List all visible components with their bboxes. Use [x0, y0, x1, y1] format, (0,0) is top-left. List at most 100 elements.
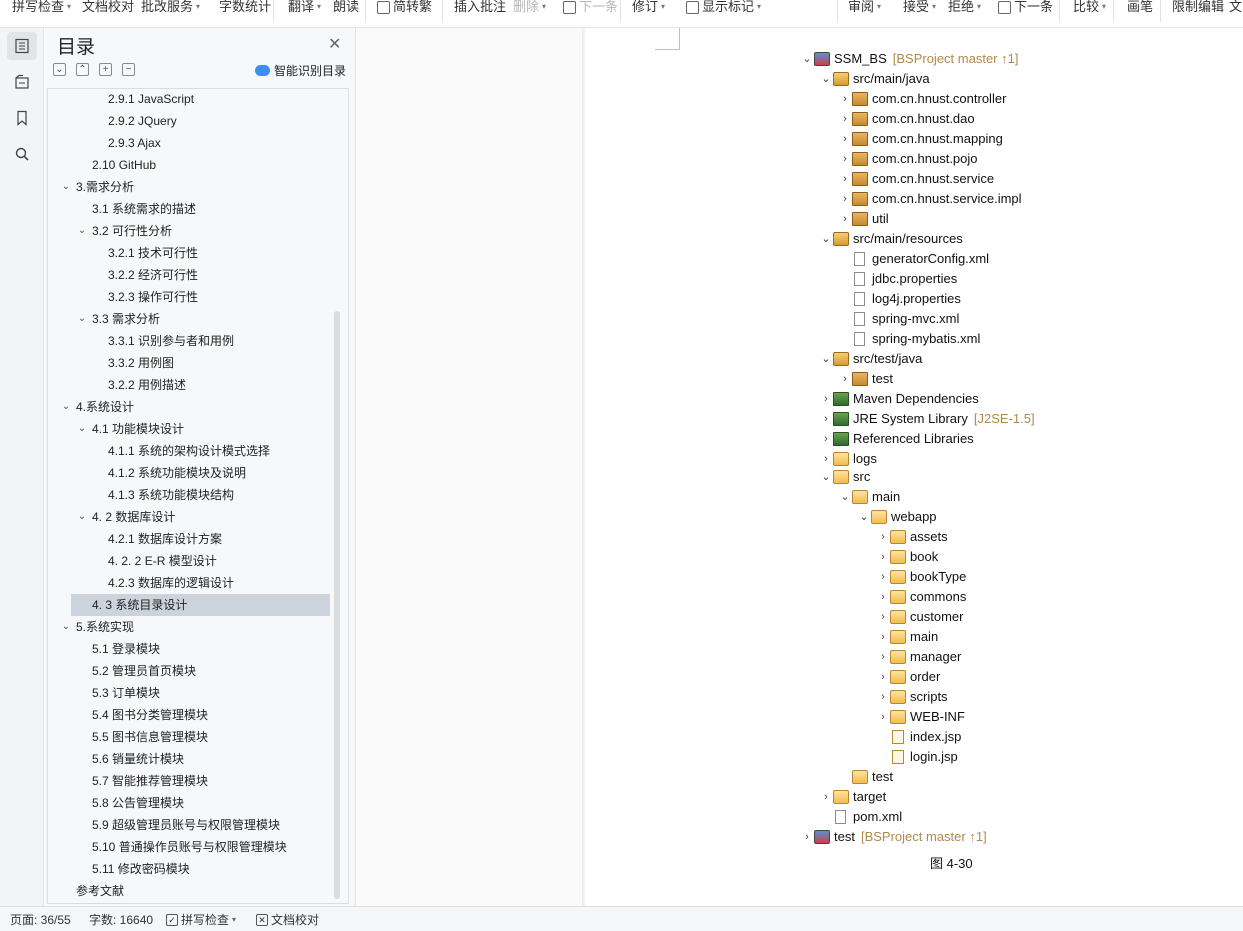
toc-item[interactable]: 5.7 智能推荐管理模块 — [48, 770, 330, 792]
toc-item[interactable]: 5.2 管理员首页模块 — [48, 660, 330, 682]
tree-row[interactable]: › main — [876, 627, 938, 647]
tree-row[interactable]: index.jsp — [876, 727, 961, 747]
toc-item[interactable]: 4.1.3 系统功能模块结构 — [48, 484, 330, 506]
nav-icon[interactable] — [7, 68, 37, 96]
smart-toc-button[interactable]: 智能识别目录 — [255, 62, 346, 79]
toc-item[interactable]: 3.2.1 技术可行性 — [48, 242, 330, 264]
toc-item[interactable]: ⌄ 5.系统实现 — [48, 616, 330, 638]
chevron-down-icon[interactable]: ⌄ — [857, 507, 871, 527]
tree-row[interactable]: › commons — [876, 587, 966, 607]
toc-item[interactable]: 2.9.2 JQuery — [48, 110, 330, 132]
toc-item[interactable]: ⌄ 3.3 需求分析 — [48, 308, 330, 330]
toolbar-item[interactable]: 限制编辑 — [1172, 0, 1224, 18]
toolbar-item[interactable]: 文档校对 — [82, 0, 134, 18]
tree-row[interactable]: › target — [819, 787, 886, 807]
chevron-right-icon[interactable]: › — [876, 647, 890, 667]
chevron-right-icon[interactable]: › — [876, 687, 890, 707]
toc-item[interactable]: 4.1.1 系统的架构设计模式选择 — [48, 440, 330, 462]
toc-item[interactable]: 4.1.2 系统功能模块及说明 — [48, 462, 330, 484]
expand-all-icon[interactable]: ⌃ — [76, 63, 89, 76]
toolbar-item[interactable]: 接受 ▾ — [903, 0, 936, 18]
tree-row[interactable]: login.jsp — [876, 747, 958, 767]
toc-item[interactable]: ⌄ 4. 2 数据库设计 — [48, 506, 330, 528]
toc-item[interactable]: 5.6 销量统计模块 — [48, 748, 330, 770]
tree-row[interactable]: ⌄ webapp — [857, 507, 937, 527]
chevron-right-icon[interactable]: › — [819, 787, 833, 807]
chevron-down-icon[interactable]: ⌄ — [819, 69, 833, 89]
tree-row[interactable]: › test — [838, 369, 893, 389]
chevron-right-icon[interactable]: › — [876, 707, 890, 727]
tree-row[interactable]: test — [838, 767, 893, 787]
tree-row[interactable]: › com.cn.hnust.controller — [838, 89, 1006, 109]
chevron-right-icon[interactable]: › — [838, 109, 852, 129]
chevron-right-icon[interactable]: › — [838, 169, 852, 189]
tree-row[interactable]: › manager — [876, 647, 961, 667]
tree-row[interactable]: › WEB-INF — [876, 707, 965, 727]
toc-item[interactable]: 3.2.2 经济可行性 — [48, 264, 330, 286]
chevron-right-icon[interactable]: › — [838, 209, 852, 229]
chevron-down-icon[interactable]: ⌄ — [76, 308, 88, 330]
tree-row[interactable]: spring-mvc.xml — [838, 309, 959, 329]
tree-row[interactable]: › book — [876, 547, 938, 567]
toc-item[interactable]: 2.9.1 JavaScript — [48, 89, 330, 110]
chevron-right-icon[interactable]: › — [838, 189, 852, 209]
tree-row[interactable]: › com.cn.hnust.mapping — [838, 129, 1003, 149]
chevron-right-icon[interactable]: › — [876, 547, 890, 567]
proofread-toggle[interactable]: ✕ 文档校对 — [256, 911, 319, 928]
tree-row[interactable]: › Maven Dependencies — [819, 389, 979, 409]
toc-item[interactable]: 5.10 普通操作员账号与权限管理模块 — [48, 836, 330, 858]
toolbar-item[interactable]: 简转繁 — [377, 0, 432, 18]
toolbar-item[interactable]: 字数统计 — [219, 0, 271, 18]
toc-item[interactable]: 3.3.1 识别参与者和用例 — [48, 330, 330, 352]
toc-item[interactable]: 5.1 登录模块 — [48, 638, 330, 660]
chevron-down-icon[interactable]: ⌄ — [60, 176, 72, 198]
toc-item[interactable]: 4.2.1 数据库设计方案 — [48, 528, 330, 550]
chevron-down-icon[interactable]: ⌄ — [60, 616, 72, 638]
toc-item[interactable]: 4. 2. 2 E-R 模型设计 — [48, 550, 330, 572]
tree-row[interactable]: ⌄ src/main/java — [819, 69, 930, 89]
toc-item[interactable]: 4. 3 系统目录设计 — [71, 594, 330, 616]
toc-item[interactable]: 2.9.3 Ajax — [48, 132, 330, 154]
tree-row[interactable]: ⌄ main — [838, 487, 900, 507]
tree-row[interactable]: spring-mybatis.xml — [838, 329, 980, 349]
tree-row[interactable]: log4j.properties — [838, 289, 961, 309]
chevron-down-icon[interactable]: ⌄ — [819, 349, 833, 369]
toolbar-item[interactable]: 比较 ▾ — [1073, 0, 1106, 18]
chevron-right-icon[interactable]: › — [876, 567, 890, 587]
toolbar-item[interactable]: 朗读 — [333, 0, 359, 18]
tree-row[interactable]: ⌄ src/main/resources — [819, 229, 963, 249]
word-count[interactable]: 字数: 16640 — [89, 911, 153, 928]
chevron-right-icon[interactable]: › — [876, 527, 890, 547]
toc-item[interactable]: ⌄ 3.需求分析 — [48, 176, 330, 198]
chevron-right-icon[interactable]: › — [876, 587, 890, 607]
toolbar-item[interactable]: 拼写检查 ▾ — [12, 0, 71, 18]
toolbar-item[interactable]: 显示标记 ▾ — [686, 0, 761, 18]
chevron-right-icon[interactable]: › — [819, 389, 833, 409]
toc-item[interactable]: 2.10 GitHub — [48, 154, 330, 176]
tree-row[interactable]: › scripts — [876, 687, 948, 707]
chevron-right-icon[interactable]: › — [819, 429, 833, 449]
toolbar-item[interactable]: 翻译 ▾ — [288, 0, 321, 18]
tree-row[interactable]: generatorConfig.xml — [838, 249, 989, 269]
tree-row[interactable]: › order — [876, 667, 940, 687]
chevron-right-icon[interactable]: › — [819, 409, 833, 429]
chevron-right-icon[interactable]: › — [819, 449, 833, 469]
toolbar-item[interactable]: 下一条 — [998, 0, 1053, 18]
tree-row[interactable]: ⌄ SSM_BS [BSProject master ↑1] — [800, 49, 1018, 69]
chevron-down-icon[interactable]: ⌄ — [76, 418, 88, 440]
tree-row[interactable]: › Referenced Libraries — [819, 429, 974, 449]
chevron-down-icon[interactable]: ⌄ — [60, 396, 72, 418]
tree-row[interactable]: › com.cn.hnust.service.impl — [838, 189, 1022, 209]
tree-row[interactable]: › util — [838, 209, 889, 229]
remove-icon[interactable]: − — [122, 63, 135, 76]
toc-scrollbar[interactable] — [334, 311, 340, 899]
toc-icon[interactable] — [7, 32, 37, 60]
toc-item[interactable]: 3.2.3 操作可行性 — [48, 286, 330, 308]
chevron-down-icon[interactable]: ⌄ — [800, 49, 814, 69]
chevron-down-icon[interactable]: ⌄ — [76, 220, 88, 242]
toc-item[interactable]: 5.4 图书分类管理模块 — [48, 704, 330, 726]
toolbar-item[interactable]: 审阅 ▾ — [848, 0, 881, 18]
tree-row[interactable]: › com.cn.hnust.dao — [838, 109, 975, 129]
tree-row[interactable]: › customer — [876, 607, 963, 627]
document-page[interactable]: ⌄ SSM_BS [BSProject master ↑1] ⌄ src/main/ja… — [585, 28, 1243, 906]
